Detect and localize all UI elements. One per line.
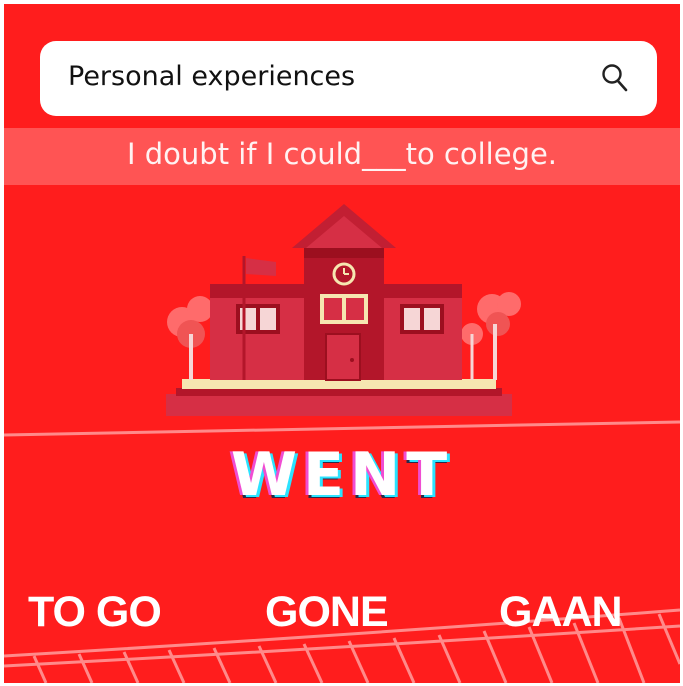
quiz-card: Personal experiences I doubt if I could_… [4, 4, 680, 683]
divider-line [4, 420, 680, 437]
search-icon[interactable] [601, 63, 629, 93]
tree-right [461, 292, 521, 380]
option-gone[interactable]: GONE [265, 588, 389, 637]
search-input[interactable]: Personal experiences [68, 61, 355, 92]
quiz-screen: Personal experiences I doubt if I could_… [0, 0, 683, 686]
answer-word: WENT [230, 440, 454, 510]
option-to-go[interactable]: TO GO [28, 588, 162, 637]
question-sentence: I doubt if I could___to college. [126, 137, 558, 171]
search-bar[interactable]: Personal experiences [40, 41, 657, 116]
option-gaan[interactable]: GAAN [499, 588, 623, 637]
question-band: I doubt if I could___to college. [4, 128, 680, 185]
tree-left [167, 296, 213, 380]
school-building-illustration [166, 204, 521, 416]
